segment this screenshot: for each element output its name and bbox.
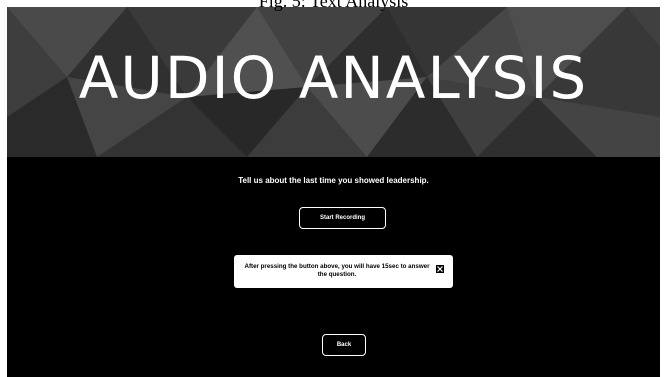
info-notice: After pressing the button above, you wil…: [234, 255, 453, 288]
start-recording-button[interactable]: Start Recording: [299, 207, 386, 229]
close-icon[interactable]: [436, 265, 444, 273]
app-screen: AUDIO ANALYSIS Tell us about the last ti…: [7, 7, 660, 377]
page-title: AUDIO ANALYSIS: [78, 44, 589, 112]
back-button[interactable]: Back: [322, 334, 366, 356]
header-banner: AUDIO ANALYSIS: [7, 7, 660, 157]
info-message: After pressing the button above, you wil…: [244, 263, 430, 278]
page: Fig. 5: Text Analysis AUDIO ANALYSIS Tel…: [0, 0, 667, 377]
question-prompt: Tell us about the last time you showed l…: [238, 176, 429, 185]
figure-caption: Fig. 5: Text Analysis: [258, 0, 409, 11]
